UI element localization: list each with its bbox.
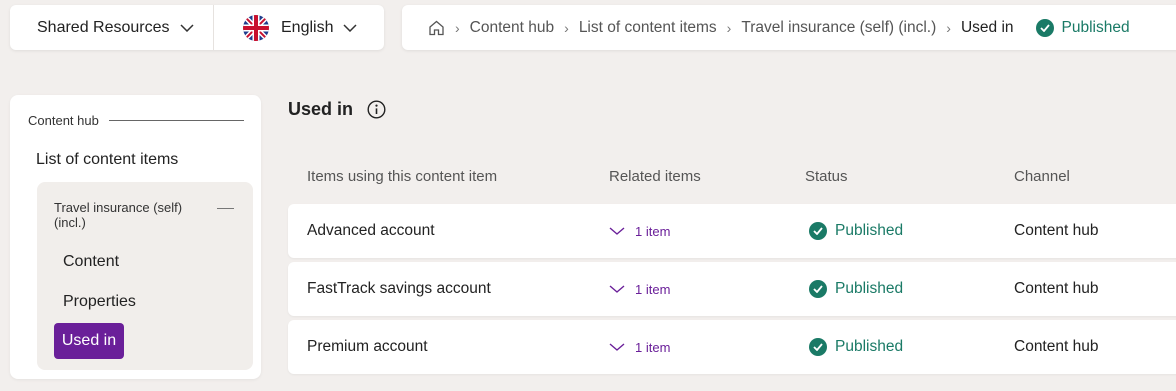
- chevron-right-icon: ›: [726, 19, 732, 36]
- related-items-count: 1 item: [635, 281, 671, 297]
- chevron-down-icon: [609, 343, 625, 351]
- row-status-label: Published: [835, 222, 904, 239]
- check-circle-icon: [809, 222, 827, 240]
- column-header-items[interactable]: Items using this content item: [307, 168, 497, 185]
- divider: [108, 120, 244, 121]
- row-item-name[interactable]: Premium account: [307, 320, 428, 374]
- workspace-selector[interactable]: Shared Resources: [10, 5, 214, 50]
- table-row[interactable]: FastTrack savings account 1 item Publish…: [288, 262, 1176, 316]
- sidebar-item-content[interactable]: Content: [63, 253, 119, 271]
- row-channel: Content hub: [1014, 338, 1099, 355]
- row-status: Published: [809, 320, 903, 374]
- breadcrumb-content-hub[interactable]: Content hub: [470, 19, 554, 37]
- breadcrumb-travel-insurance[interactable]: Travel insurance (self) (incl.): [741, 19, 936, 37]
- row-status-label: Published: [835, 280, 904, 297]
- table-row[interactable]: Advanced account 1 item Published Conten…: [288, 204, 1176, 258]
- page-title-label: Used in: [288, 99, 354, 119]
- check-circle-icon: [809, 280, 827, 298]
- collapse-icon[interactable]: [217, 208, 234, 209]
- related-items-toggle[interactable]: 1 item: [609, 204, 670, 258]
- row-channel: Content hub: [1014, 222, 1099, 239]
- chevron-down-icon: [179, 19, 194, 37]
- home-icon[interactable]: [428, 20, 445, 36]
- language-selector-label: English: [281, 18, 334, 36]
- chevron-down-icon: [343, 19, 358, 37]
- related-items-toggle[interactable]: 1 item: [609, 262, 670, 316]
- page-title: Used in: [288, 99, 386, 120]
- check-circle-icon: [1035, 18, 1054, 37]
- chevron-down-icon: [609, 285, 625, 293]
- row-channel: Content hub: [1014, 280, 1099, 297]
- info-icon[interactable]: [367, 100, 386, 119]
- related-items-count: 1 item: [635, 339, 671, 355]
- sidebar-group-travel-insurance: Travel insurance (self) (incl.) Content …: [37, 182, 253, 370]
- row-item-name[interactable]: FastTrack savings account: [307, 262, 491, 316]
- breadcrumb-content-list[interactable]: List of content items: [579, 19, 717, 37]
- sidebar-item-used-in[interactable]: Used in: [54, 323, 124, 359]
- column-header-related[interactable]: Related items: [609, 168, 701, 185]
- chevron-down-icon: [609, 227, 625, 235]
- row-status: Published: [809, 204, 903, 258]
- breadcrumb-used-in: Used in: [960, 18, 1014, 36]
- breadcrumb: › Content hub › List of content items › …: [402, 5, 1176, 50]
- chevron-right-icon: ›: [455, 19, 460, 36]
- sidebar-section-label: Content hub: [28, 113, 99, 128]
- top-selectors: Shared Resources English: [10, 5, 384, 50]
- related-items-count: 1 item: [635, 223, 671, 239]
- status-badge: Published: [1035, 18, 1130, 37]
- related-items-toggle[interactable]: 1 item: [609, 320, 670, 374]
- chevron-right-icon: ›: [946, 19, 951, 36]
- sidebar: Content hub List of content items Travel…: [10, 95, 261, 379]
- language-selector[interactable]: English: [214, 5, 358, 50]
- table-row[interactable]: Premium account 1 item Published Content…: [288, 320, 1176, 374]
- column-header-status[interactable]: Status: [805, 168, 848, 185]
- row-item-name[interactable]: Advanced account: [307, 204, 435, 258]
- uk-flag-icon: [243, 14, 269, 41]
- sidebar-section-title: Content hub: [28, 113, 244, 128]
- column-header-channel[interactable]: Channel: [1014, 168, 1070, 185]
- chevron-right-icon: ›: [564, 19, 569, 36]
- workspace-selector-label: Shared Resources: [37, 18, 170, 36]
- row-status-label: Published: [835, 338, 904, 355]
- sidebar-group-title[interactable]: Travel insurance (self) (incl.): [54, 200, 194, 230]
- check-circle-icon: [809, 338, 827, 356]
- sidebar-item-content-list[interactable]: List of content items: [36, 151, 178, 169]
- sidebar-item-properties[interactable]: Properties: [63, 293, 136, 311]
- row-status: Published: [809, 262, 903, 316]
- status-badge-label: Published: [1061, 18, 1130, 36]
